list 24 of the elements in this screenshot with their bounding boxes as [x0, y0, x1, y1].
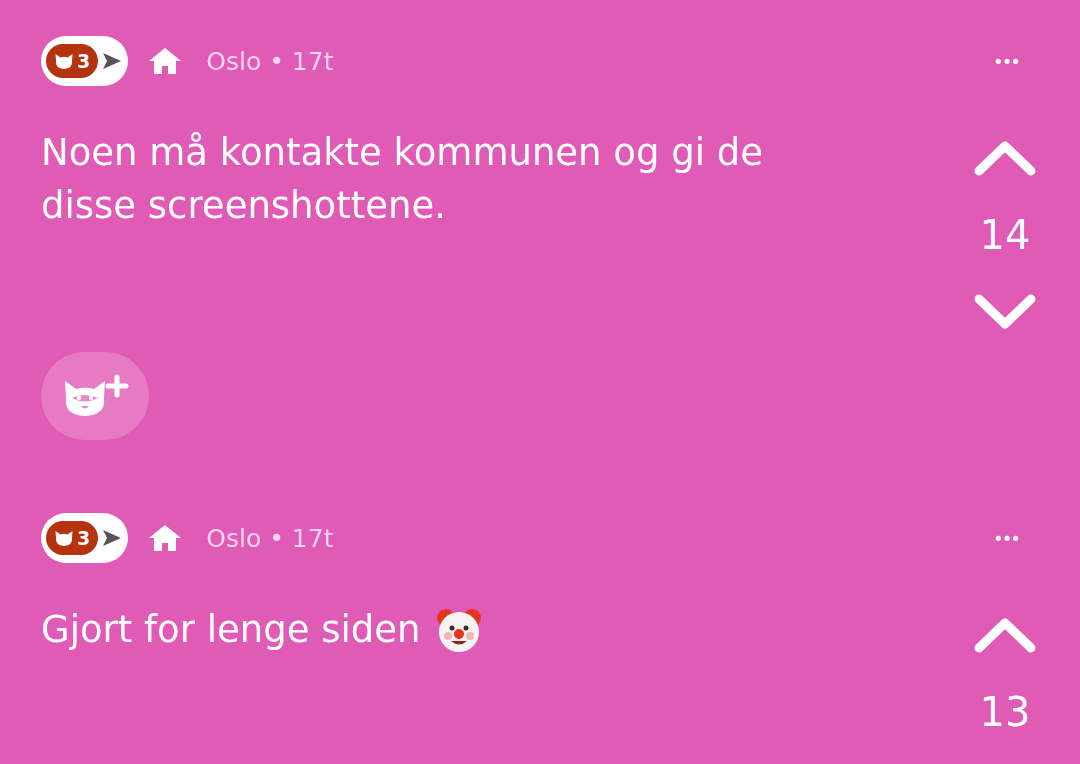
upvote-button[interactable]: [973, 138, 1037, 178]
chevron-down-icon: [974, 294, 1036, 330]
send-icon: [102, 529, 123, 547]
karma-count: 3: [77, 50, 91, 72]
karma-badge[interactable]: 3: [41, 36, 129, 86]
vote-count: 13: [979, 689, 1031, 735]
post-text: Gjort for lenge siden: [41, 607, 421, 653]
downvote-button[interactable]: [973, 292, 1037, 332]
send-icon: [102, 52, 123, 70]
home-icon: [148, 524, 183, 552]
karma-badge[interactable]: 3: [41, 513, 129, 563]
chevron-up-icon: [974, 140, 1036, 176]
cat-icon: [54, 52, 74, 70]
more-button[interactable]: •••: [982, 50, 1030, 72]
more-button[interactable]: •••: [982, 527, 1030, 549]
location-time: Oslo • 17t: [206, 46, 334, 76]
cat-icon: [54, 529, 74, 547]
home-icon: [148, 47, 183, 75]
karma-count: 3: [77, 527, 91, 549]
upvote-button[interactable]: [973, 615, 1037, 655]
vote-count: 14: [979, 212, 1031, 258]
post-text: Noen må kontakte kommunen og gi de disse screenshottene.: [41, 130, 764, 229]
chevron-up-icon: [974, 617, 1036, 653]
location-time: Oslo • 17t: [206, 523, 334, 553]
